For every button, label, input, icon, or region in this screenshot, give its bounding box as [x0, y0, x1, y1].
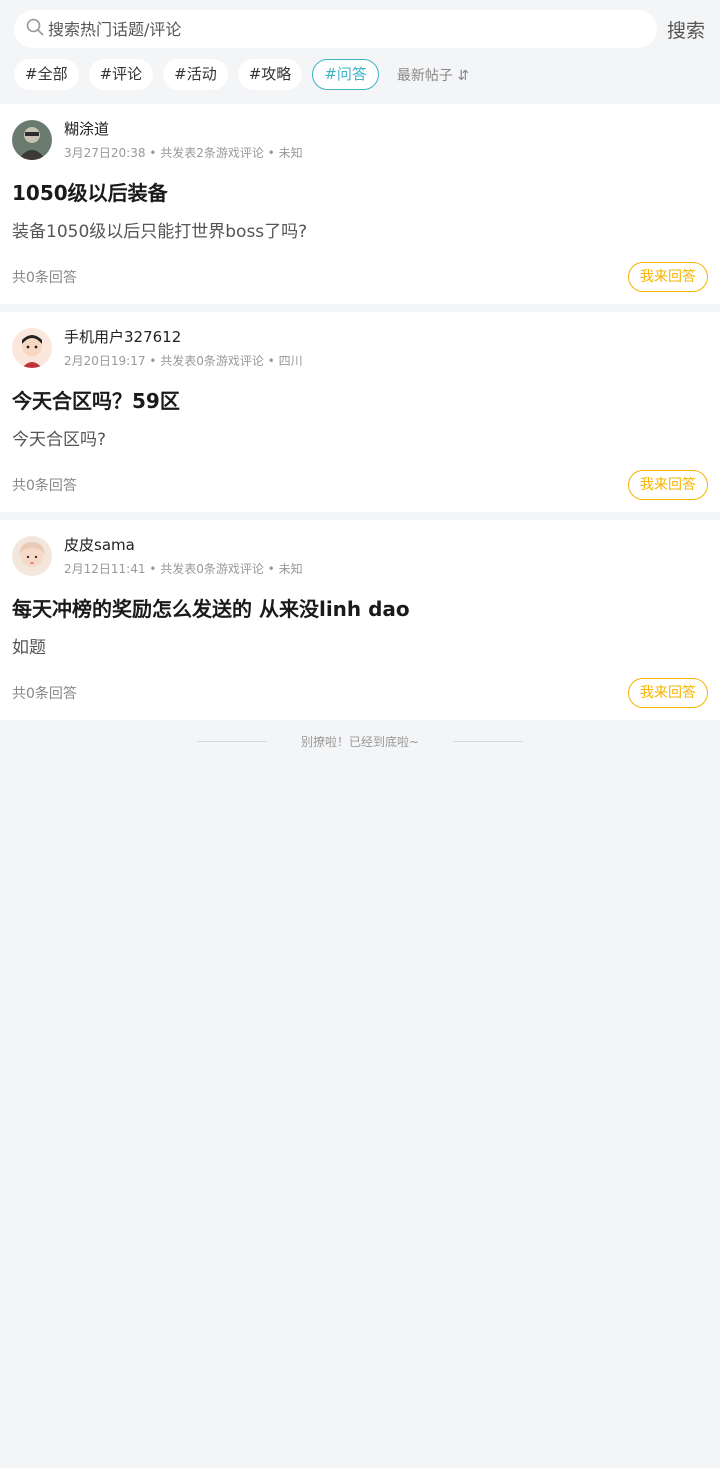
post-meta: 3月27日20:38 • 共发表2条游戏评论 • 未知 [64, 146, 303, 160]
post-meta: 2月20日19:17 • 共发表0条游戏评论 • 四川 [64, 354, 303, 368]
post-location: 未知 [278, 562, 303, 576]
tag-filter-row: #全部 #评论 #活动 #攻略 #问答 最新帖子 ⇵ [14, 59, 706, 90]
list-end-indicator: 别撩啦！已经到底啦~ [0, 720, 720, 762]
post-card[interactable]: 手机用户327612 2月20日19:17 • 共发表0条游戏评论 • 四川 今… [0, 312, 720, 512]
author-name[interactable]: 糊涂道 [64, 120, 303, 138]
post-footer: 共0条回答 我来回答 [12, 469, 708, 500]
answer-count: 共0条回答 [12, 477, 77, 494]
tag-all[interactable]: #全部 [14, 59, 79, 90]
post-meta: 2月12日11:41 • 共发表0条游戏评论 • 未知 [64, 562, 303, 576]
author-name[interactable]: 皮皮sama [64, 536, 303, 554]
tag-event[interactable]: #活动 [163, 59, 228, 90]
sort-label: 最新帖子 [396, 67, 453, 84]
divider [196, 740, 267, 742]
comment-count: 共发表0条游戏评论 [160, 562, 264, 576]
post-date: 2月20日19:17 [64, 354, 146, 368]
avatar[interactable] [12, 120, 52, 160]
post-card[interactable]: 皮皮sama 2月12日11:41 • 共发表0条游戏评论 • 未知 每天冲榜的… [0, 520, 720, 720]
post-body: 如题 [12, 638, 46, 658]
answer-button[interactable]: 我来回答 [628, 469, 708, 500]
search-box[interactable] [14, 10, 657, 48]
search-icon [26, 18, 44, 40]
post-title[interactable]: 今天合区吗？59区 [12, 388, 708, 414]
post-title[interactable]: 1050级以后装备 [12, 180, 708, 206]
comment-count: 共发表0条游戏评论 [160, 354, 264, 368]
header: 搜索 #全部 #评论 #活动 #攻略 #问答 最新帖子 ⇵ [0, 0, 720, 104]
answer-button[interactable]: 我来回答 [628, 677, 708, 708]
post-date: 2月12日11:41 [64, 562, 146, 576]
author-row: 皮皮sama 2月12日11:41 • 共发表0条游戏评论 • 未知 [12, 536, 708, 580]
divider [453, 740, 524, 742]
avatar[interactable] [12, 536, 52, 576]
post-footer: 共0条回答 我来回答 [12, 261, 708, 292]
author-info: 糊涂道 3月27日20:38 • 共发表2条游戏评论 • 未知 [64, 120, 303, 160]
tag-guide[interactable]: #攻略 [237, 59, 303, 90]
search-row: 搜索 [14, 10, 706, 48]
post-location: 未知 [278, 146, 303, 160]
sort-arrows-icon: ⇵ [457, 67, 470, 84]
author-info: 手机用户327612 2月20日19:17 • 共发表0条游戏评论 • 四川 [64, 328, 303, 368]
search-input[interactable] [48, 19, 608, 39]
post-body: 今天合区吗? [12, 430, 107, 450]
post-location: 四川 [278, 354, 303, 368]
post-title[interactable]: 每天冲榜的奖励怎么发送的 从来没linh dao [12, 596, 708, 622]
author-row: 手机用户327612 2月20日19:17 • 共发表0条游戏评论 • 四川 [12, 328, 708, 372]
answer-count: 共0条回答 [12, 685, 77, 702]
post-card[interactable]: 糊涂道 3月27日20:38 • 共发表2条游戏评论 • 未知 1050级以后装… [0, 104, 720, 304]
post-date: 3月27日20:38 [64, 146, 146, 160]
tag-qa[interactable]: #问答 [312, 59, 379, 90]
author-info: 皮皮sama 2月12日11:41 • 共发表0条游戏评论 • 未知 [64, 536, 303, 576]
answer-count: 共0条回答 [12, 269, 77, 286]
author-name[interactable]: 手机用户327612 [64, 328, 303, 346]
answer-button[interactable]: 我来回答 [628, 261, 708, 292]
post-body: 装备1050级以后只能打世界boss了吗? [12, 222, 308, 242]
search-button[interactable]: 搜索 [667, 16, 705, 43]
end-text: 别撩啦！已经到底啦~ [300, 734, 420, 749]
author-row: 糊涂道 3月27日20:38 • 共发表2条游戏评论 • 未知 [12, 120, 708, 164]
tag-review[interactable]: #评论 [88, 59, 154, 90]
comment-count: 共发表2条游戏评论 [160, 146, 264, 160]
avatar[interactable] [12, 328, 52, 368]
sort-button[interactable]: 最新帖子 ⇵ [397, 65, 469, 85]
post-footer: 共0条回答 我来回答 [12, 677, 708, 708]
